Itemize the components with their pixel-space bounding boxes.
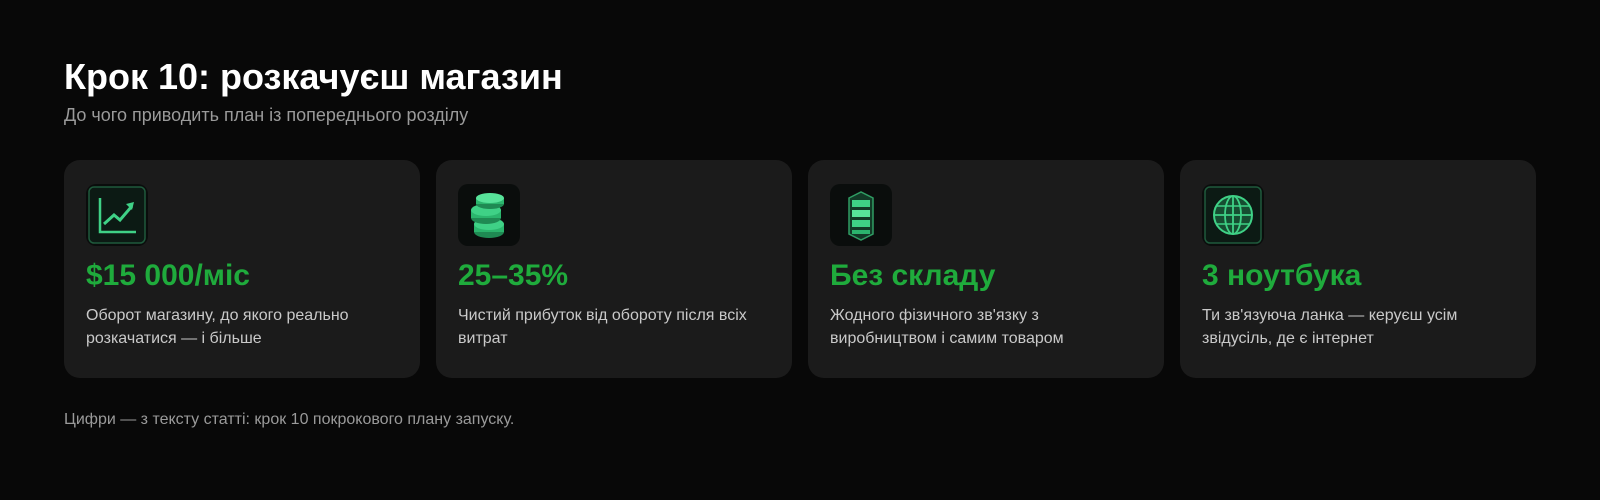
stat-description: Ти зв'язуюча ланка — керуєш усім звідусі…	[1202, 307, 1458, 347]
stat-card-no-warehouse: Без складу Жодного фізичного зв'язку з в…	[808, 160, 1164, 378]
globe-icon	[1202, 184, 1264, 246]
stat-value: $15 000/міс	[86, 259, 250, 292]
stat-value: 25–35%	[458, 259, 569, 292]
stat-value: 3 ноутбука	[1202, 259, 1362, 292]
main-section: Крок 10: розкачуєш магазин До чого приво…	[64, 56, 1536, 430]
stat-description: Чистий прибуток від обороту після всіх в…	[458, 307, 747, 347]
stat-card-profit: 25–35% Чистий прибуток від обороту після…	[436, 160, 792, 378]
page-subtitle: До чого приводить план із попереднього р…	[64, 105, 469, 125]
stats-cards: $15 000/міс Оборот магазину, до якого ре…	[64, 160, 1536, 378]
stat-card-turnover: $15 000/міс Оборот магазину, до якого ре…	[64, 160, 420, 378]
growth-chart-icon	[86, 184, 148, 246]
stat-description: Оборот магазину, до якого реально розкач…	[86, 307, 349, 347]
stat-card-laptops: 3 ноутбука Ти зв'язуюча ланка — керуєш у…	[1180, 160, 1536, 378]
coin-stack-icon	[458, 184, 520, 246]
server-stack-icon	[830, 184, 892, 246]
page-title: Крок 10: розкачуєш магазин	[64, 56, 563, 97]
footnote: Цифри — з тексту статті: крок 10 покроко…	[64, 411, 515, 428]
stat-value: Без складу	[830, 259, 996, 292]
stat-description: Жодного фізичного зв'язку з виробництвом…	[830, 307, 1064, 347]
